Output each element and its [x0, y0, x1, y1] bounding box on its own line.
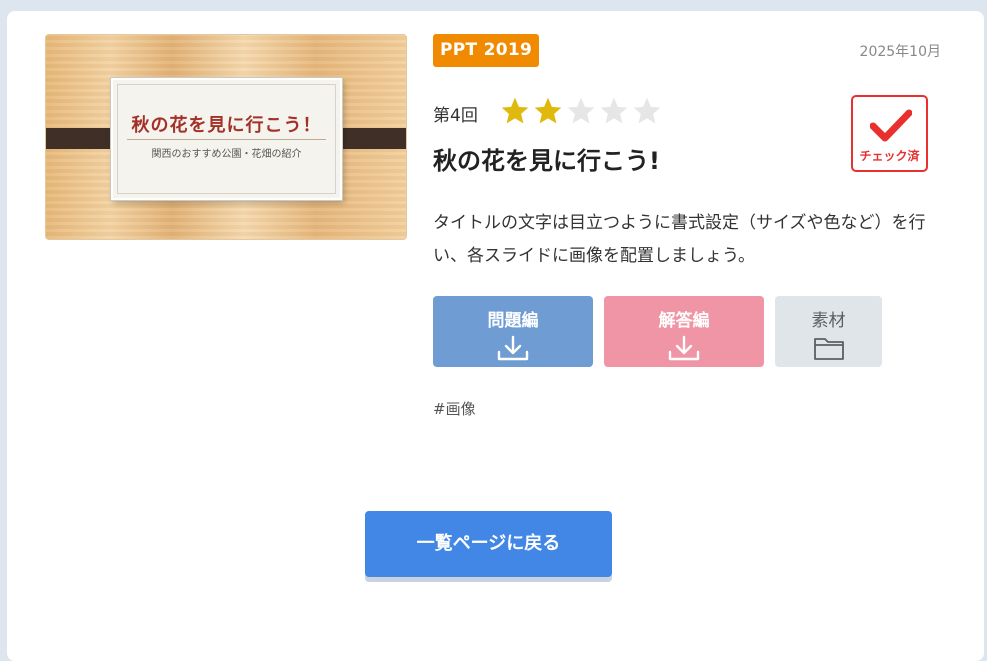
- star-icon: [600, 97, 628, 124]
- round-number: 第4回: [433, 106, 478, 126]
- thumbnail-divider: [127, 139, 326, 140]
- publish-date: 2025年10月: [859, 44, 941, 60]
- slide-thumbnail[interactable]: 秋の花を見に行こう！ 関西のおすすめ公園・花畑の紹介: [45, 34, 407, 240]
- problem-button-label: 問題編: [487, 311, 539, 331]
- back-to-list-button[interactable]: 一覧ページに戻る: [365, 511, 612, 577]
- version-badge: PPT 2019: [433, 34, 540, 67]
- thumbnail-subtitle: 関西のおすすめ公園・花畑の紹介: [151, 149, 302, 160]
- material-folder-button[interactable]: 素材: [775, 296, 882, 367]
- download-icon: [668, 335, 700, 361]
- lesson-description: タイトルの文字は目立つように書式設定（サイズや色など）を行い、各スライドに画像を…: [433, 213, 926, 266]
- checked-badge[interactable]: チェック済: [851, 95, 928, 172]
- answer-download-button[interactable]: 解答編: [604, 296, 764, 367]
- lesson-title: 秋の花を見に行こう!: [433, 147, 660, 175]
- problem-download-button[interactable]: 問題編: [433, 296, 593, 367]
- answer-button-label: 解答編: [658, 311, 710, 331]
- difficulty-stars: [499, 95, 663, 127]
- checked-label: チェック済: [859, 149, 920, 163]
- star-icon: [534, 97, 562, 124]
- title-panel: 秋の花を見に行こう！ 関西のおすすめ公園・花畑の紹介: [111, 78, 342, 200]
- material-button-label: 素材: [811, 311, 846, 331]
- thumbnail-title: 秋の花を見に行こう！: [131, 115, 322, 136]
- tag-link[interactable]: #画像: [433, 398, 476, 419]
- star-icon: [567, 97, 595, 124]
- download-icon: [497, 335, 529, 361]
- checkmark-icon: [870, 109, 912, 142]
- star-icon: [633, 97, 661, 124]
- folder-icon: [813, 338, 844, 360]
- star-icon: [501, 97, 529, 124]
